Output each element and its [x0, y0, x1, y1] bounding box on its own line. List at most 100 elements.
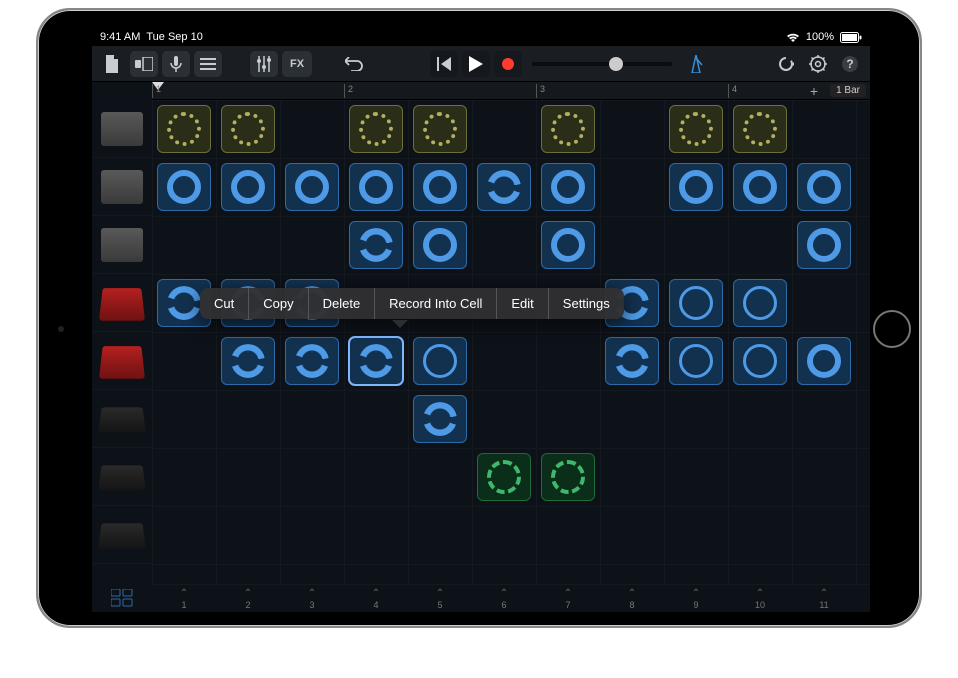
loop-cell[interactable] — [285, 163, 339, 211]
mixer-button[interactable] — [250, 51, 278, 77]
add-section-button[interactable]: + — [810, 83, 818, 99]
play-button[interactable] — [462, 51, 490, 77]
record-enable-button[interactable] — [162, 51, 190, 77]
loop-cell[interactable] — [541, 453, 595, 501]
loop-cell[interactable] — [349, 105, 403, 153]
track-header-drum-pad[interactable] — [92, 216, 152, 274]
wifi-icon — [786, 32, 800, 43]
loop-cell[interactable] — [413, 105, 467, 153]
column-trigger-11[interactable]: ⌃11 — [792, 585, 856, 612]
loop-cell[interactable] — [605, 337, 659, 385]
column-trigger-5[interactable]: ⌃5 — [408, 585, 472, 612]
loop-cell[interactable] — [413, 163, 467, 211]
browser-button[interactable] — [130, 51, 158, 77]
ctx-cut[interactable]: Cut — [200, 288, 249, 319]
settings-button[interactable] — [804, 51, 832, 77]
ctx-delete[interactable]: Delete — [309, 288, 376, 319]
loop-cell[interactable] — [349, 163, 403, 211]
timeline-ruler[interactable]: + 1 Bar 1234 — [152, 82, 870, 100]
cell-context-menu: CutCopyDeleteRecord Into CellEditSetting… — [200, 288, 624, 319]
loop-cell[interactable] — [797, 163, 851, 211]
loop-waveform-icon — [743, 344, 777, 378]
loop-cell[interactable] — [221, 105, 275, 153]
loop-cell[interactable] — [733, 163, 787, 211]
loop-cell[interactable] — [669, 337, 723, 385]
loop-cell[interactable] — [541, 163, 595, 211]
record-button[interactable] — [494, 51, 522, 77]
live-loops-mode-button[interactable] — [92, 584, 152, 612]
column-number: 4 — [373, 600, 378, 610]
loop-cell[interactable] — [413, 221, 467, 269]
loop-cell[interactable] — [477, 453, 531, 501]
column-trigger-2[interactable]: ⌃2 — [216, 585, 280, 612]
loop-waveform-icon — [679, 286, 713, 320]
column-trigger-1[interactable]: ⌃1 — [152, 585, 216, 612]
loop-cell[interactable] — [669, 163, 723, 211]
loop-waveform-icon — [423, 228, 457, 262]
my-songs-button[interactable] — [98, 51, 126, 77]
track-header-keyboard-red-1[interactable] — [92, 274, 152, 332]
loop-cell[interactable] — [733, 279, 787, 327]
fx-button[interactable]: FX — [282, 51, 312, 77]
column-trigger-3[interactable]: ⌃3 — [280, 585, 344, 612]
home-button[interactable] — [873, 310, 911, 348]
loop-cell[interactable] — [669, 105, 723, 153]
loop-cell[interactable] — [733, 105, 787, 153]
undo-button[interactable] — [340, 51, 368, 77]
track-header-piano-3[interactable] — [92, 506, 152, 564]
loop-waveform-icon — [231, 112, 265, 146]
loop-waveform-icon — [615, 344, 649, 378]
loop-cell[interactable] — [349, 337, 403, 385]
ctx-settings[interactable]: Settings — [549, 288, 624, 319]
metronome-button[interactable] — [682, 51, 710, 77]
loop-cell[interactable] — [477, 163, 531, 211]
loop-cell[interactable] — [157, 163, 211, 211]
track-header-piano-2[interactable] — [92, 448, 152, 506]
track-header-drum-machine-2[interactable] — [92, 158, 152, 216]
chevron-up-icon: ⌃ — [244, 588, 252, 599]
loop-cell[interactable] — [413, 337, 467, 385]
loop-cell[interactable] — [797, 337, 851, 385]
loop-cell[interactable] — [221, 163, 275, 211]
column-number: 8 — [629, 600, 634, 610]
loop-cell[interactable] — [413, 395, 467, 443]
column-trigger-8[interactable]: ⌃8 — [600, 585, 664, 612]
loop-waveform-icon — [807, 228, 841, 262]
loop-cell[interactable] — [541, 105, 595, 153]
ctx-edit[interactable]: Edit — [497, 288, 548, 319]
ctx-record-into-cell[interactable]: Record Into Cell — [375, 288, 497, 319]
scrub-thumb[interactable] — [609, 57, 623, 71]
loop-cell[interactable] — [285, 337, 339, 385]
track-header-piano-1[interactable] — [92, 390, 152, 448]
column-trigger-9[interactable]: ⌃9 — [664, 585, 728, 612]
loop-waveform-icon — [295, 170, 329, 204]
loop-cell[interactable] — [349, 221, 403, 269]
tracks-view-button[interactable] — [194, 51, 222, 77]
loop-cell[interactable] — [733, 337, 787, 385]
context-menu-arrow — [392, 320, 408, 328]
track-header-keyboard-red-2[interactable] — [92, 332, 152, 390]
live-loops-grid[interactable] — [152, 100, 870, 584]
ruler-tick: 4 — [728, 84, 737, 98]
go-to-start-button[interactable] — [430, 51, 458, 77]
column-triggers: ⌃1⌃2⌃3⌃4⌃5⌃6⌃7⌃8⌃9⌃10⌃11 — [152, 584, 870, 612]
loop-cell[interactable] — [541, 221, 595, 269]
bars-display[interactable]: 1 Bar — [830, 84, 866, 97]
chevron-up-icon: ⌃ — [692, 588, 700, 599]
help-button[interactable]: ? — [836, 51, 864, 77]
loop-waveform-icon — [743, 286, 777, 320]
column-trigger-6[interactable]: ⌃6 — [472, 585, 536, 612]
loop-cell[interactable] — [797, 221, 851, 269]
track-header-drum-machine-1[interactable] — [92, 100, 152, 158]
scrub-slider[interactable] — [532, 62, 672, 66]
battery-icon — [840, 32, 862, 43]
column-trigger-4[interactable]: ⌃4 — [344, 585, 408, 612]
loop-cell[interactable] — [157, 105, 211, 153]
ctx-copy[interactable]: Copy — [249, 288, 308, 319]
column-trigger-10[interactable]: ⌃10 — [728, 585, 792, 612]
loop-waveform-icon — [551, 228, 585, 262]
loop-browser-button[interactable] — [772, 51, 800, 77]
loop-cell[interactable] — [221, 337, 275, 385]
column-trigger-7[interactable]: ⌃7 — [536, 585, 600, 612]
loop-cell[interactable] — [669, 279, 723, 327]
